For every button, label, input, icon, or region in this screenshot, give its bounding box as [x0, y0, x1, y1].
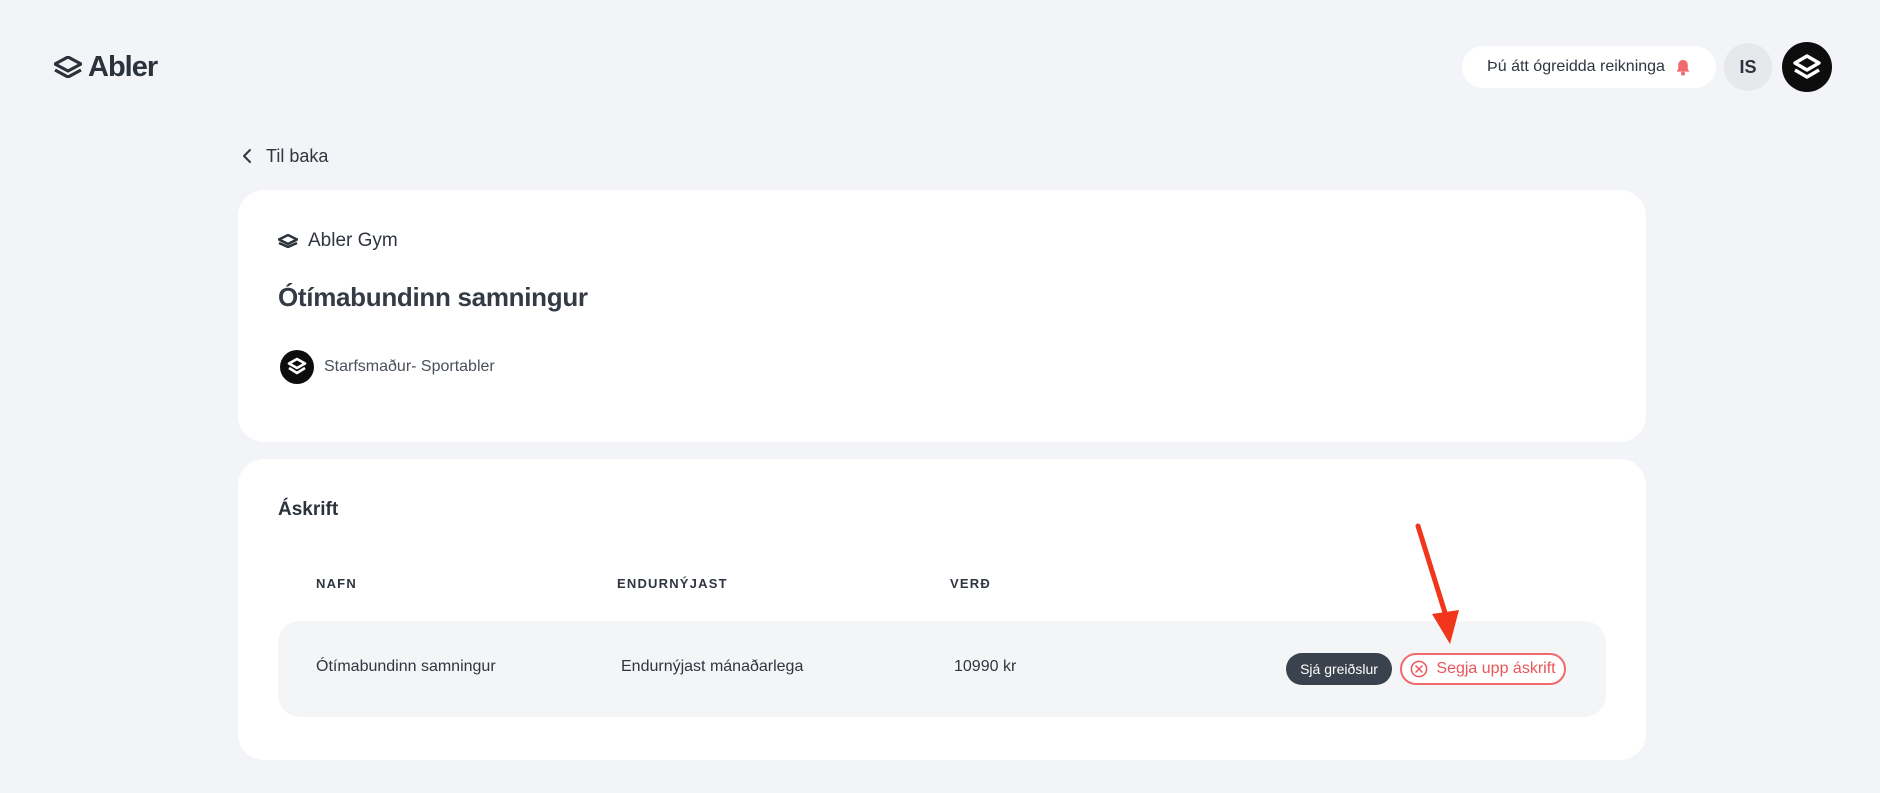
staff-avatar	[280, 350, 314, 384]
brand-name: Abler Gym	[308, 230, 398, 251]
abler-gym-icon	[278, 234, 298, 248]
close-circle-icon	[1411, 660, 1428, 678]
view-payments-button[interactable]: Sjá greiðslur	[1286, 653, 1392, 685]
language-label: IS	[1739, 56, 1757, 77]
row-renewal: Endurnýjast mánaðarlega	[621, 658, 804, 675]
language-switch[interactable]: IS	[1724, 43, 1772, 91]
staff-row: Starfsmaður- Sportabler	[280, 350, 495, 384]
contract-card: Abler Gym Ótímabundinn samningur Starfsm…	[238, 190, 1646, 442]
contract-title: Ótímabundinn samningur	[278, 282, 588, 312]
cancel-subscription-button[interactable]: Segja upp áskrift	[1400, 653, 1566, 685]
back-label: Til baka	[266, 145, 329, 166]
abler-logo[interactable]: Abler	[54, 50, 158, 84]
logo-text: Abler	[88, 50, 158, 83]
sportabler-logo-icon	[287, 357, 307, 375]
unpaid-invoices-notice[interactable]: Þú átt ógreidda reikninga	[1462, 46, 1716, 88]
top-header: Abler Þú átt ógreidda reikninga IS	[0, 0, 1880, 130]
cancel-subscription-label: Segja upp áskrift	[1436, 660, 1556, 677]
view-payments-label: Sjá greiðslur	[1300, 661, 1378, 677]
row-name: Ótímabundinn samningur	[316, 658, 496, 675]
back-link[interactable]: Til baka	[242, 144, 328, 168]
bell-icon	[1676, 59, 1690, 76]
chevron-left-icon	[243, 149, 251, 163]
abler-logo-icon	[54, 56, 82, 78]
brand-row: Abler Gym	[278, 230, 398, 252]
column-header-price: VERÐ	[950, 576, 991, 591]
column-header-renewal: ENDURNÝJAST	[617, 576, 728, 591]
column-header-name: NAFN	[316, 576, 357, 591]
notice-text: Þú átt ógreidda reikninga	[1487, 58, 1665, 75]
user-avatar[interactable]	[1782, 42, 1832, 92]
annotation-arrow-icon	[1415, 523, 1459, 644]
row-price: 10990 kr	[954, 658, 1017, 675]
section-title: Áskrift	[278, 499, 339, 520]
sportabler-logo-icon	[1793, 54, 1821, 79]
staff-name: Starfsmaður- Sportabler	[324, 358, 495, 375]
